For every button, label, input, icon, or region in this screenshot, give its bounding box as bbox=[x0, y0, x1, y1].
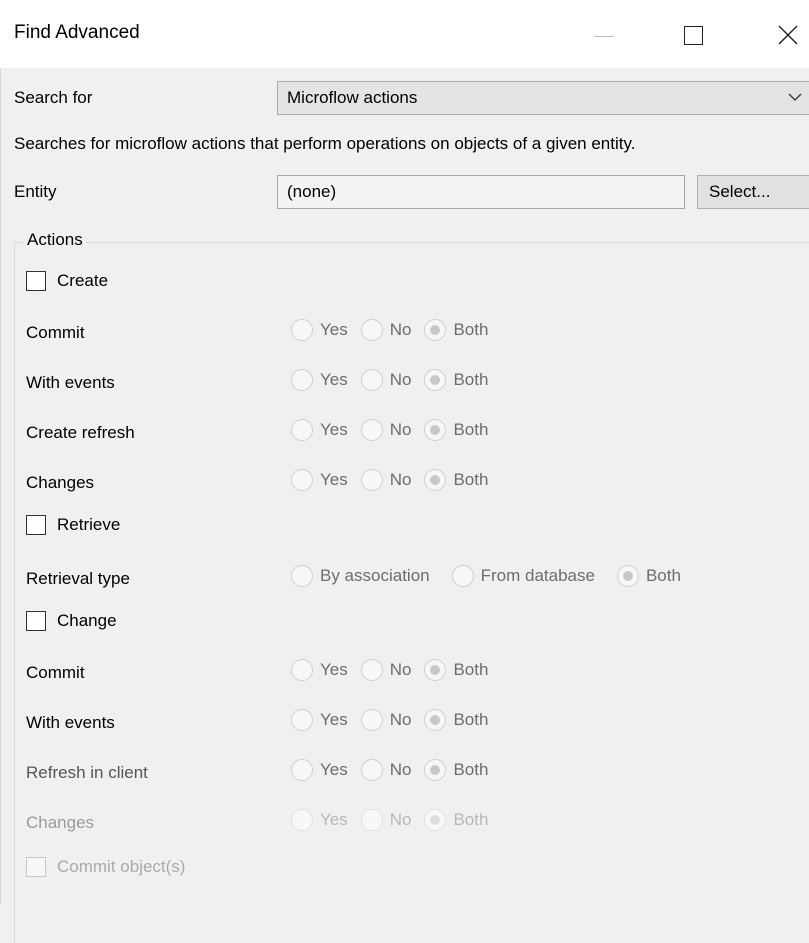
close-icon bbox=[778, 25, 798, 45]
create-changes-no-radio[interactable]: No bbox=[360, 469, 411, 491]
refresh-in-client-radio-group: Yes No Both bbox=[291, 759, 501, 781]
refresh-in-client-both-radio[interactable]: Both bbox=[424, 759, 488, 781]
maximize-button[interactable] bbox=[668, 12, 718, 58]
create-refresh-label: Create refresh bbox=[26, 423, 135, 442]
change-commit-label: Commit bbox=[26, 663, 85, 682]
search-for-value: Microflow actions bbox=[287, 88, 418, 107]
create-refresh-no-radio[interactable]: No bbox=[360, 419, 411, 441]
refresh-in-client-no-radio[interactable]: No bbox=[360, 759, 411, 781]
close-button[interactable] bbox=[760, 12, 809, 58]
change-changes-no-radio: No bbox=[360, 809, 411, 831]
create-with-events-label: With events bbox=[26, 373, 115, 392]
change-commit-radio-group: Yes No Both bbox=[291, 659, 501, 681]
minimize-button[interactable] bbox=[580, 12, 630, 58]
change-commit-no-radio[interactable]: No bbox=[360, 659, 411, 681]
retrieve-checkbox-label: Retrieve bbox=[57, 515, 121, 534]
create-changes-both-radio[interactable]: Both bbox=[424, 469, 488, 491]
retrieval-type-label: Retrieval type bbox=[26, 569, 130, 588]
create-commit-no-radio[interactable]: No bbox=[360, 319, 411, 341]
create-refresh-yes-radio[interactable]: Yes bbox=[291, 419, 348, 441]
create-with-events-radio-group: Yes No Both bbox=[291, 369, 501, 391]
entity-field[interactable]: (none) bbox=[277, 175, 685, 209]
create-changes-radio-group: Yes No Both bbox=[291, 469, 501, 491]
refresh-in-client-label: Refresh in client bbox=[26, 763, 148, 782]
window-border bbox=[0, 68, 1, 905]
change-checkbox[interactable] bbox=[26, 611, 46, 631]
change-with-events-yes-radio[interactable]: Yes bbox=[291, 709, 348, 731]
entity-label: Entity bbox=[14, 182, 57, 201]
retrieve-checkbox[interactable] bbox=[26, 515, 46, 535]
select-button-label: Select... bbox=[709, 182, 771, 201]
change-commit-yes-radio[interactable]: Yes bbox=[291, 659, 348, 681]
change-changes-yes-radio: Yes bbox=[291, 809, 348, 831]
create-refresh-both-radio[interactable]: Both bbox=[424, 419, 488, 441]
create-with-events-yes-radio[interactable]: Yes bbox=[291, 369, 348, 391]
change-changes-both-radio: Both bbox=[424, 809, 488, 831]
retrieval-type-by-association-radio[interactable]: By association bbox=[291, 565, 430, 587]
change-commit-both-radio[interactable]: Both bbox=[424, 659, 488, 681]
search-for-label: Search for bbox=[14, 88, 93, 107]
chevron-down-icon bbox=[788, 93, 802, 101]
retrieval-type-from-database-radio[interactable]: From database bbox=[451, 565, 595, 587]
entity-value: (none) bbox=[287, 182, 337, 201]
minimize-icon bbox=[594, 36, 614, 37]
change-changes-label: Changes bbox=[26, 813, 95, 832]
create-changes-label: Changes bbox=[26, 473, 95, 492]
window-title: Find Advanced bbox=[14, 22, 140, 43]
maximize-icon bbox=[684, 26, 703, 45]
retrieval-type-both-radio[interactable]: Both bbox=[616, 565, 681, 587]
commit-objects-checkbox bbox=[26, 857, 46, 877]
create-with-events-no-radio[interactable]: No bbox=[360, 369, 411, 391]
actions-legend: Actions bbox=[24, 230, 86, 250]
create-commit-label: Commit bbox=[26, 323, 85, 342]
actions-groupbox bbox=[14, 242, 809, 943]
commit-objects-label: Commit object(s) bbox=[57, 857, 186, 876]
change-with-events-radio-group: Yes No Both bbox=[291, 709, 501, 731]
select-entity-button[interactable]: Select... bbox=[697, 175, 809, 209]
create-checkbox[interactable] bbox=[26, 271, 46, 291]
create-refresh-radio-group: Yes No Both bbox=[291, 419, 501, 441]
create-commit-radio-group: Yes No Both bbox=[291, 319, 501, 341]
refresh-in-client-yes-radio[interactable]: Yes bbox=[291, 759, 348, 781]
change-with-events-label: With events bbox=[26, 713, 115, 732]
create-commit-both-radio[interactable]: Both bbox=[424, 319, 488, 341]
create-checkbox-label: Create bbox=[57, 271, 109, 290]
search-for-dropdown[interactable]: Microflow actions bbox=[277, 81, 809, 115]
title-bar: Find Advanced bbox=[0, 0, 809, 68]
change-checkbox-label: Change bbox=[57, 611, 117, 630]
change-with-events-both-radio[interactable]: Both bbox=[424, 709, 488, 731]
retrieval-type-radio-group: By association From database Both bbox=[291, 565, 694, 587]
create-with-events-both-radio[interactable]: Both bbox=[424, 369, 488, 391]
search-description: Searches for microflow actions that perf… bbox=[14, 134, 636, 153]
create-commit-yes-radio[interactable]: Yes bbox=[291, 319, 348, 341]
create-changes-yes-radio[interactable]: Yes bbox=[291, 469, 348, 491]
change-changes-radio-group: Yes No Both bbox=[291, 809, 501, 831]
change-with-events-no-radio[interactable]: No bbox=[360, 709, 411, 731]
